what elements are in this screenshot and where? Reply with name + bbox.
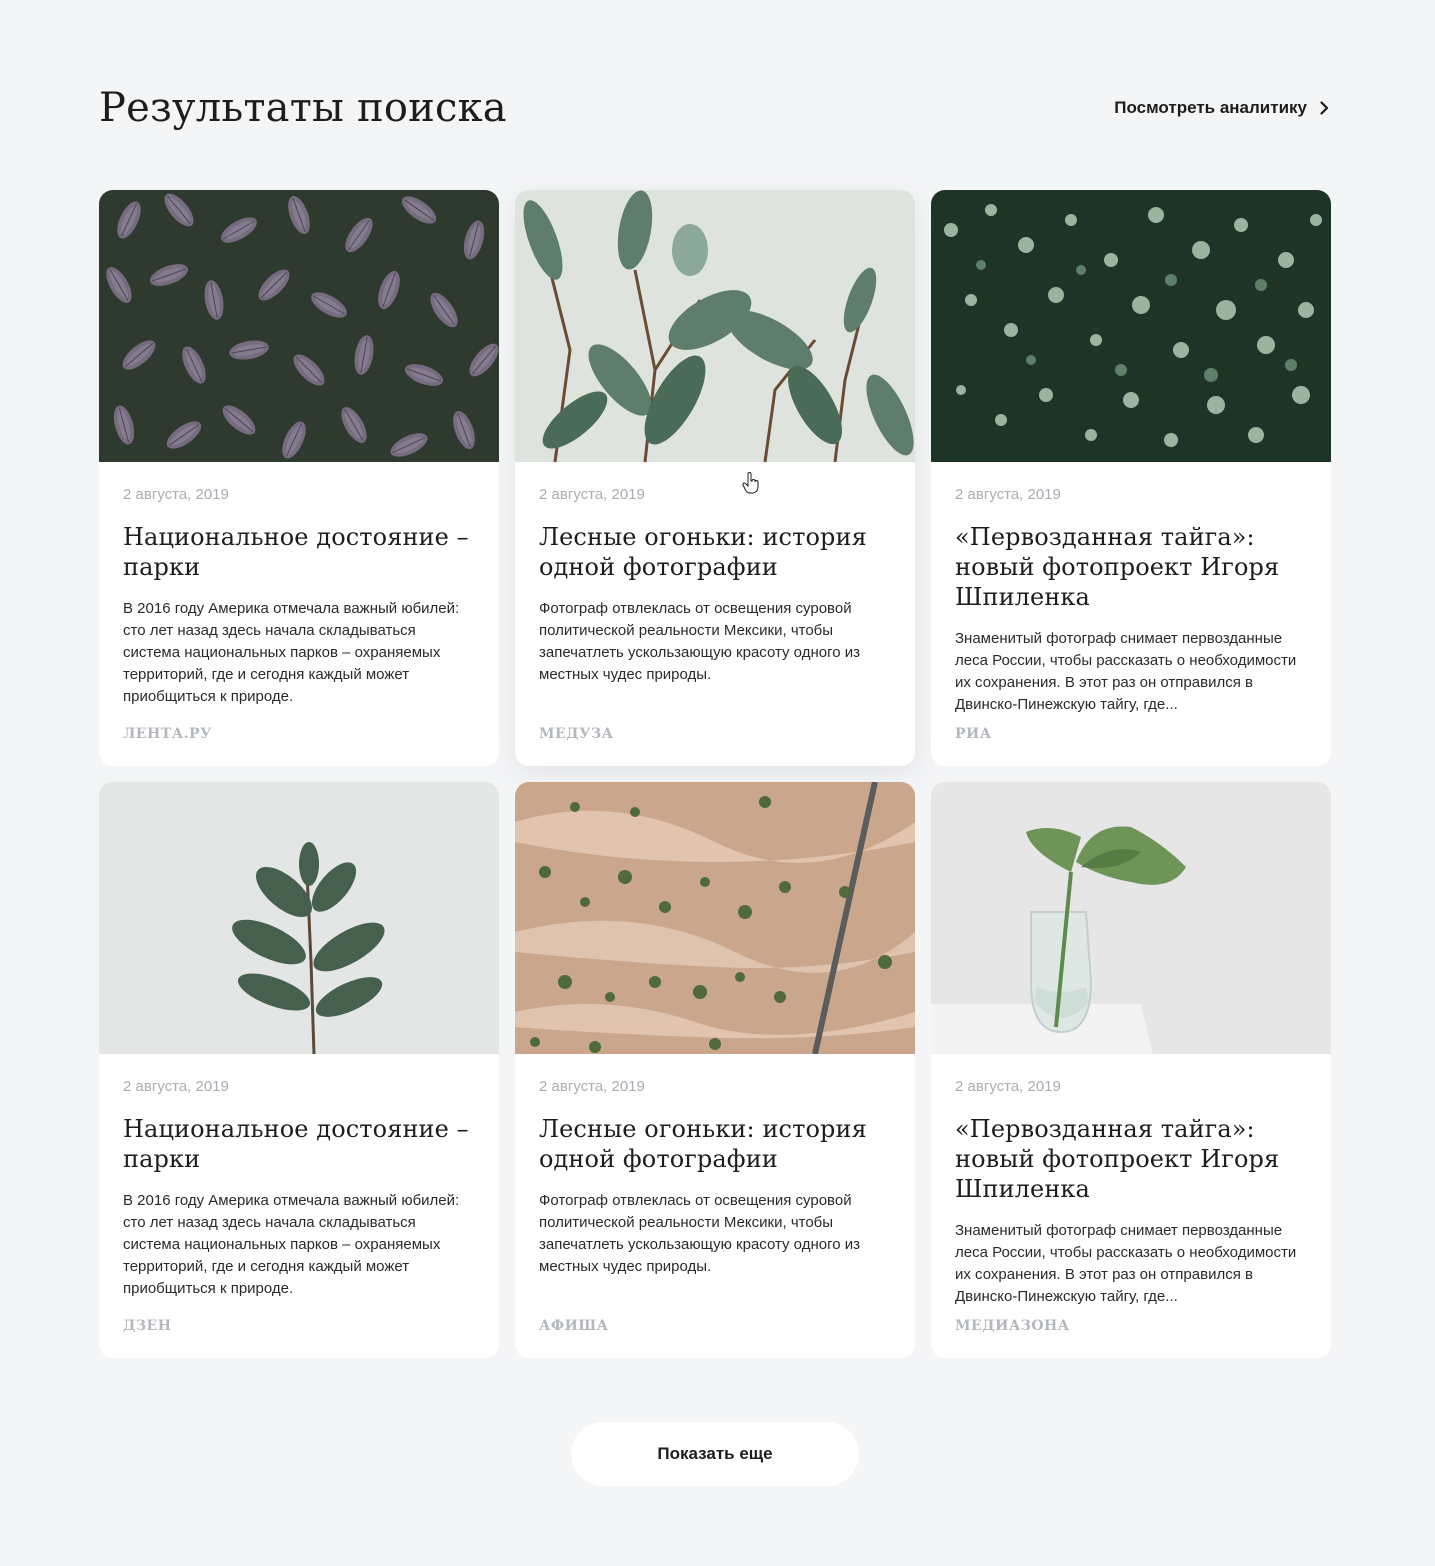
article-source: ДЗЕН <box>123 1318 172 1334</box>
article-title[interactable]: Лесные огоньки: история одной фотографии <box>539 1114 891 1174</box>
show-more-button[interactable]: Показать еще <box>571 1422 859 1486</box>
page-title: Результаты поиска <box>99 85 507 131</box>
article-source: МЕДИАЗОНА <box>955 1318 1070 1334</box>
result-card[interactable]: 2 августа, 2019 «Первозданная тайга»: но… <box>931 190 1331 766</box>
article-title[interactable]: «Первозданная тайга»: новый фотопроект И… <box>955 1114 1307 1204</box>
article-date: 2 августа, 2019 <box>123 486 229 503</box>
result-card[interactable]: 2 августа, 2019 Лесные огоньки: история … <box>515 782 915 1358</box>
article-date: 2 августа, 2019 <box>539 1078 645 1095</box>
article-excerpt: В 2016 году Америка отмечала важный юбил… <box>123 600 460 705</box>
article-source: АФИША <box>539 1318 609 1334</box>
view-analytics-link[interactable]: Посмотреть аналитику <box>1114 98 1331 118</box>
article-excerpt: Знаменитый фотограф снимает первозданные… <box>955 630 1297 713</box>
purple-sage-leaves-photo <box>99 190 499 462</box>
article-title[interactable]: Национальное достояние – парки <box>123 1114 475 1174</box>
article-source: ЛЕНТА.РУ <box>123 726 212 742</box>
ficus-plant-photo <box>515 190 915 462</box>
chevron-right-icon <box>1317 101 1331 115</box>
aerial-desert-landscape-photo <box>515 782 915 1054</box>
rubber-plant-stem-photo <box>99 782 499 1054</box>
article-excerpt: В 2016 году Америка отмечала важный юбил… <box>123 1192 460 1297</box>
view-analytics-label: Посмотреть аналитику <box>1114 98 1307 117</box>
monstera-leaf-vase-photo <box>931 782 1331 1054</box>
result-card[interactable]: 2 августа, 2019 Лесные огоньки: история … <box>515 190 915 766</box>
article-title[interactable]: «Первозданная тайга»: новый фотопроект И… <box>955 522 1307 612</box>
article-excerpt: Фотограф отвлеклась от освещения суровой… <box>539 600 860 683</box>
article-excerpt: Знаменитый фотограф снимает первозданные… <box>955 1222 1297 1305</box>
article-date: 2 августа, 2019 <box>123 1078 229 1095</box>
result-card[interactable]: 2 августа, 2019 Национальное достояние –… <box>99 190 499 766</box>
article-excerpt: Фотограф отвлеклась от освещения суровой… <box>539 1192 860 1275</box>
result-card[interactable]: 2 августа, 2019 «Первозданная тайга»: но… <box>931 782 1331 1358</box>
article-title[interactable]: Лесные огоньки: история одной фотографии <box>539 522 891 582</box>
page-header: Результаты поиска Посмотреть аналитику <box>99 78 1331 138</box>
article-title[interactable]: Национальное достояние – парки <box>123 522 475 582</box>
round-leaf-vine-photo <box>931 190 1331 462</box>
article-source: МЕДУЗА <box>539 726 614 742</box>
result-card[interactable]: 2 августа, 2019 Национальное достояние –… <box>99 782 499 1358</box>
article-date: 2 августа, 2019 <box>955 1078 1061 1095</box>
article-date: 2 августа, 2019 <box>955 486 1061 503</box>
article-source: РИА <box>955 726 992 742</box>
article-date: 2 августа, 2019 <box>539 486 645 503</box>
results-grid: 2 августа, 2019 Национальное достояние –… <box>99 190 1331 1358</box>
